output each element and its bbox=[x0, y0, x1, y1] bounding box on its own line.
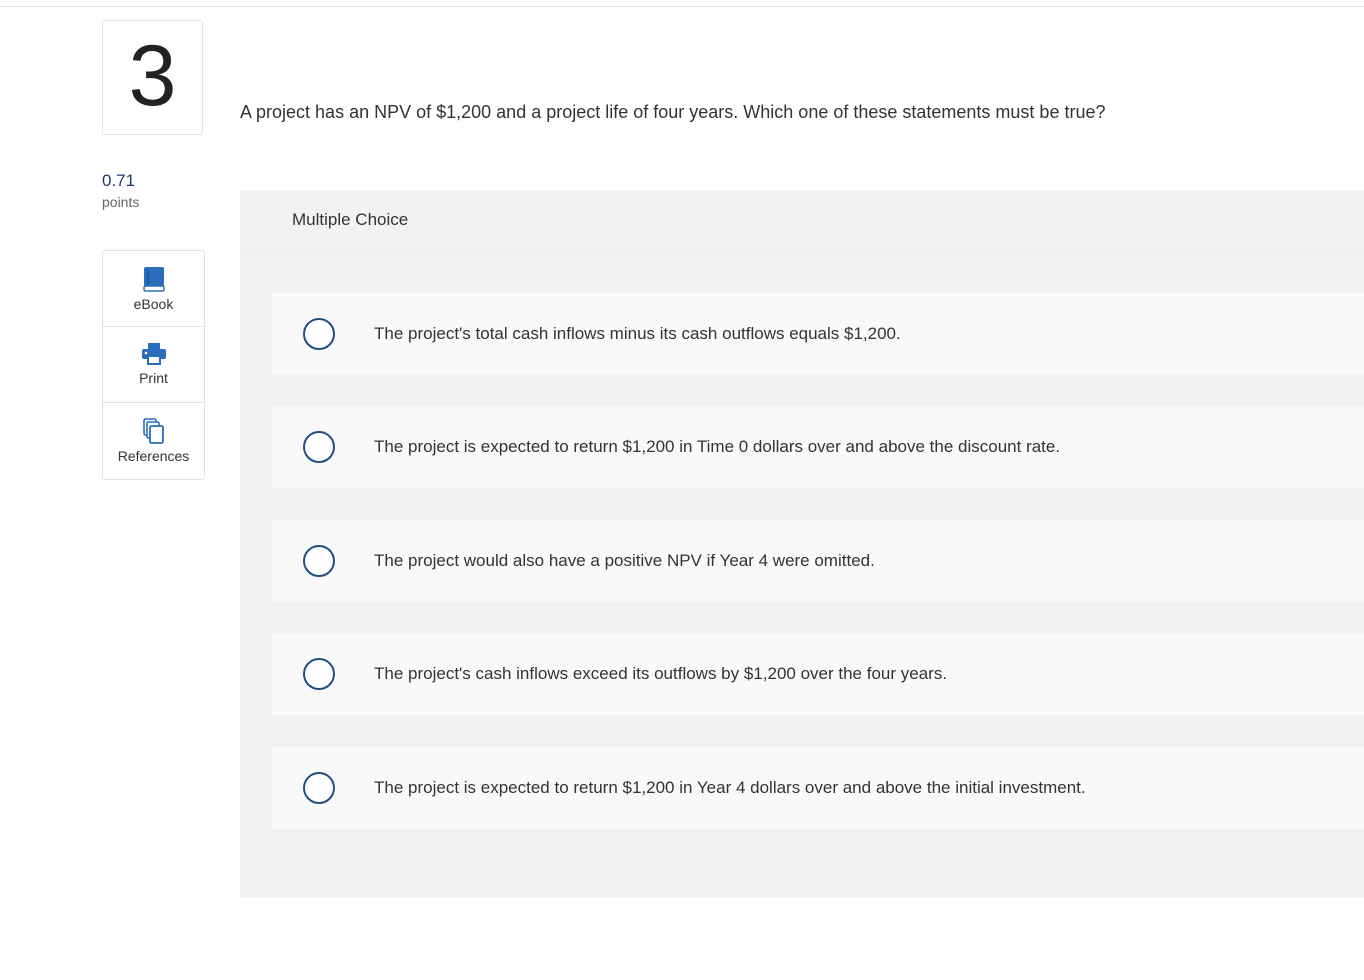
answer-option-text: The project's cash inflows exceed its ou… bbox=[374, 664, 948, 683]
question-number: 3 bbox=[128, 27, 177, 124]
question-tools: eBook Print References bbox=[102, 250, 205, 480]
answer-option-3[interactable]: The project would also have a positive N… bbox=[272, 520, 1364, 602]
answer-option-5[interactable]: The project is expected to return $1,200… bbox=[272, 747, 1364, 829]
points-label: points bbox=[102, 194, 140, 210]
points-display: 0.71 points bbox=[102, 171, 139, 211]
question-number-box: 3 bbox=[102, 20, 203, 135]
multiple-choice-title: Multiple Choice bbox=[292, 210, 409, 229]
answer-option-1[interactable]: The project's total cash inflows minus i… bbox=[272, 293, 1364, 375]
book-icon bbox=[142, 266, 165, 292]
radio-button[interactable] bbox=[303, 545, 335, 577]
documents-icon bbox=[142, 418, 166, 444]
references-label: References bbox=[117, 448, 190, 464]
print-label: Print bbox=[139, 370, 168, 386]
references-button[interactable]: References bbox=[103, 403, 204, 479]
answer-option-text: The project is expected to return $1,200… bbox=[374, 778, 1086, 797]
radio-button[interactable] bbox=[303, 658, 335, 690]
top-divider bbox=[0, 6, 1364, 7]
radio-button[interactable] bbox=[303, 318, 335, 350]
answer-option-text: The project would also have a positive N… bbox=[374, 551, 875, 570]
ebook-label: eBook bbox=[133, 296, 174, 312]
answer-option-text: The project's total cash inflows minus i… bbox=[374, 324, 901, 343]
answer-options: The project's total cash inflows minus i… bbox=[240, 252, 1364, 898]
radio-button[interactable] bbox=[303, 431, 335, 463]
answer-option-text: The project is expected to return $1,200… bbox=[374, 437, 1061, 456]
multiple-choice-panel: Multiple Choice The project's total cash… bbox=[240, 190, 1364, 898]
printer-icon bbox=[141, 342, 167, 366]
points-value: 0.71 bbox=[102, 171, 136, 190]
print-button[interactable]: Print bbox=[103, 327, 204, 403]
ebook-button[interactable]: eBook bbox=[103, 251, 204, 327]
answer-option-4[interactable]: The project's cash inflows exceed its ou… bbox=[272, 633, 1364, 715]
radio-button[interactable] bbox=[303, 772, 335, 804]
question-text: A project has an NPV of $1,200 and a pro… bbox=[240, 102, 1106, 122]
answer-option-2[interactable]: The project is expected to return $1,200… bbox=[272, 406, 1364, 488]
